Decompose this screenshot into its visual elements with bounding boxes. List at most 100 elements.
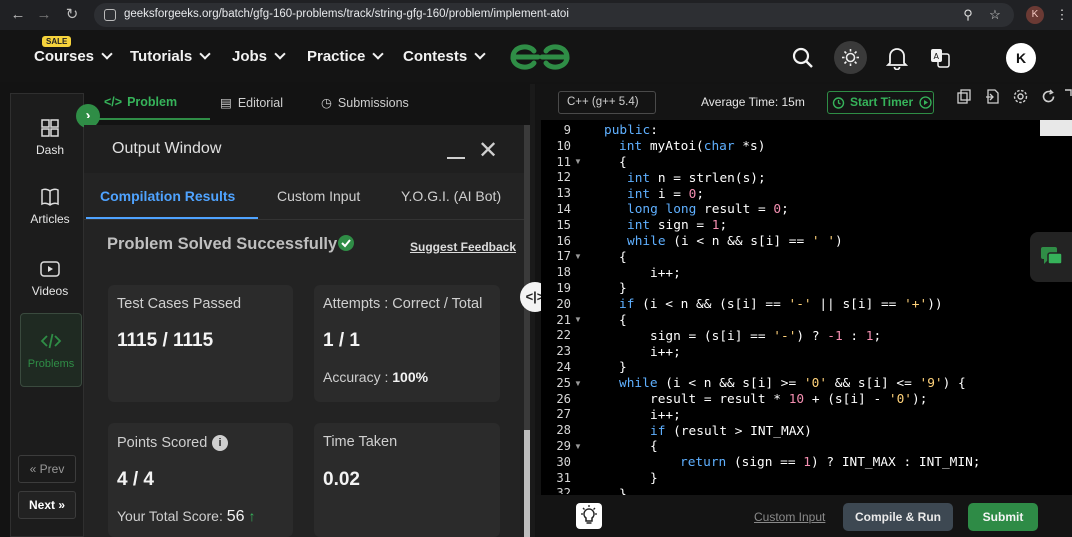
line-number: 27 [556,407,571,422]
line-number: 29 [556,439,571,453]
code-line: { [619,313,627,328]
chat-icon [1041,247,1063,265]
editor-scrollbar[interactable] [1040,120,1072,136]
test-cases-label: Test Cases Passed [117,296,242,312]
fold-icon[interactable]: ▼ [574,315,582,324]
line-number: 9 [563,123,571,137]
tab-custom-input[interactable]: Custom Input [277,188,360,204]
code-line: while (i < n && s[i] >= '0' && s[i] <= '… [619,376,966,391]
zoom-icon[interactable]: ⚲ [958,5,978,25]
copy-icon[interactable] [957,89,972,104]
code-line: int n = strlen(s); [627,171,766,186]
nav-tutorials[interactable]: Tutorials [130,48,211,65]
nav-contests[interactable]: Contests [403,48,486,65]
result-status: Problem Solved Successfully [107,235,338,253]
import-file-icon[interactable] [985,89,1000,104]
user-avatar[interactable]: K [1006,43,1036,73]
tab-editorial[interactable]: ▤ Editorial [220,95,283,110]
tab-yogi-ai-bot[interactable]: Y.O.G.I. (AI Bot) [401,188,501,204]
play-icon [919,96,932,109]
info-icon[interactable]: i [212,435,228,451]
points-label: Points Scored [117,435,208,451]
minimize-icon[interactable] [447,157,465,159]
code-icon [40,333,62,349]
code-line: return (sign == 1) ? INT_MAX : INT_MIN; [680,455,981,470]
nav-jobs[interactable]: Jobs [232,48,286,65]
chevron-down-icon [101,48,113,60]
attempts-label: Attempts : Correct / Total [323,296,483,312]
close-icon[interactable]: ✕ [478,139,498,163]
fold-icon[interactable]: ▼ [574,379,582,388]
code-line: } [619,487,627,495]
fold-icon[interactable]: ▼ [574,252,582,261]
bell-icon[interactable] [886,46,908,70]
line-number: 12 [556,170,571,185]
search-icon[interactable] [792,47,814,69]
code-line: i++; [650,266,681,281]
code-line: i++; [650,408,681,423]
line-number: 24 [556,360,571,374]
line-number: 32 [556,486,571,495]
line-number: 25 [556,375,571,390]
sidebar-item-articles[interactable]: Articles [14,186,86,226]
theme-toggle-button[interactable] [834,41,867,74]
reload-icon[interactable]: ↻ [62,5,82,25]
active-tab-indicator [86,118,210,120]
code-line: { [619,155,627,170]
code-line: } [619,281,627,296]
chevron-down-icon [474,48,486,60]
line-number: 20 [556,296,571,311]
hint-button[interactable] [576,503,602,529]
compile-run-button[interactable]: Compile & Run [843,503,953,531]
code-line: if (i < n && (s[i] == '-' || s[i] == '+'… [619,297,943,312]
bookmark-star-icon[interactable]: ☆ [985,5,1005,25]
gfg-logo[interactable] [507,40,573,74]
suggest-feedback-link[interactable]: Suggest Feedback [410,240,516,254]
time-taken-label: Time Taken [323,434,398,450]
line-number: 28 [556,423,571,438]
line-number: 31 [556,470,571,485]
language-select[interactable]: C++ (g++ 5.4) [558,91,656,114]
line-number: 19 [556,281,571,295]
line-number: 10 [556,138,571,153]
code-line: int i = 0; [627,187,705,202]
sun-icon [842,49,859,66]
browser-menu-icon[interactable]: ⋮ [1052,5,1072,25]
prev-button[interactable]: « Prev [18,455,76,483]
fold-icon[interactable]: ▼ [574,442,582,451]
line-number: 13 [556,186,571,201]
chevron-down-icon [199,48,211,60]
tab-submissions[interactable]: ◷ Submissions [321,95,409,110]
custom-input-link[interactable]: Custom Input [754,510,825,524]
forward-icon[interactable]: → [34,5,54,25]
code-line: if (result > INT_MAX) [650,424,812,439]
fullscreen-icon[interactable] [1064,89,1072,104]
translate-icon[interactable]: A [930,48,950,68]
site-info-icon[interactable] [104,9,116,21]
back-icon[interactable]: ← [8,5,28,25]
nav-courses[interactable]: Courses [34,48,113,65]
code-line: } [619,360,627,375]
code-line: sign = (s[i] == '-') ? -1 : 1; [650,329,882,344]
code-line: public: [604,123,658,138]
sidebar-item-problems-content[interactable]: Problems [15,330,87,370]
lightbulb-icon [581,505,597,524]
browser-profile-avatar[interactable]: K [1026,6,1044,24]
arrow-up-icon: ↑ [248,508,256,524]
settings-gear-icon[interactable] [1013,89,1028,104]
nav-practice[interactable]: Practice [307,48,385,65]
next-button[interactable]: Next » [18,491,76,519]
submit-button[interactable]: Submit [968,503,1038,531]
code-line: int sign = 1; [627,218,728,233]
sidebar-item-dash[interactable]: Dash [14,117,86,157]
reset-icon[interactable] [1041,89,1056,104]
sidebar-item-videos[interactable]: Videos [14,258,86,298]
tab-compilation-results[interactable]: Compilation Results [100,188,235,204]
tab-problem[interactable]: </> Problem [104,95,177,109]
clock-icon: ◷ [321,96,332,110]
line-number: 21 [556,312,571,327]
fold-icon[interactable]: ▼ [574,157,582,166]
chat-button[interactable] [1030,232,1072,282]
code-line: result = result * 10 + (s[i] - '0'); [650,392,928,407]
time-taken-value: 0.02 [323,469,360,490]
